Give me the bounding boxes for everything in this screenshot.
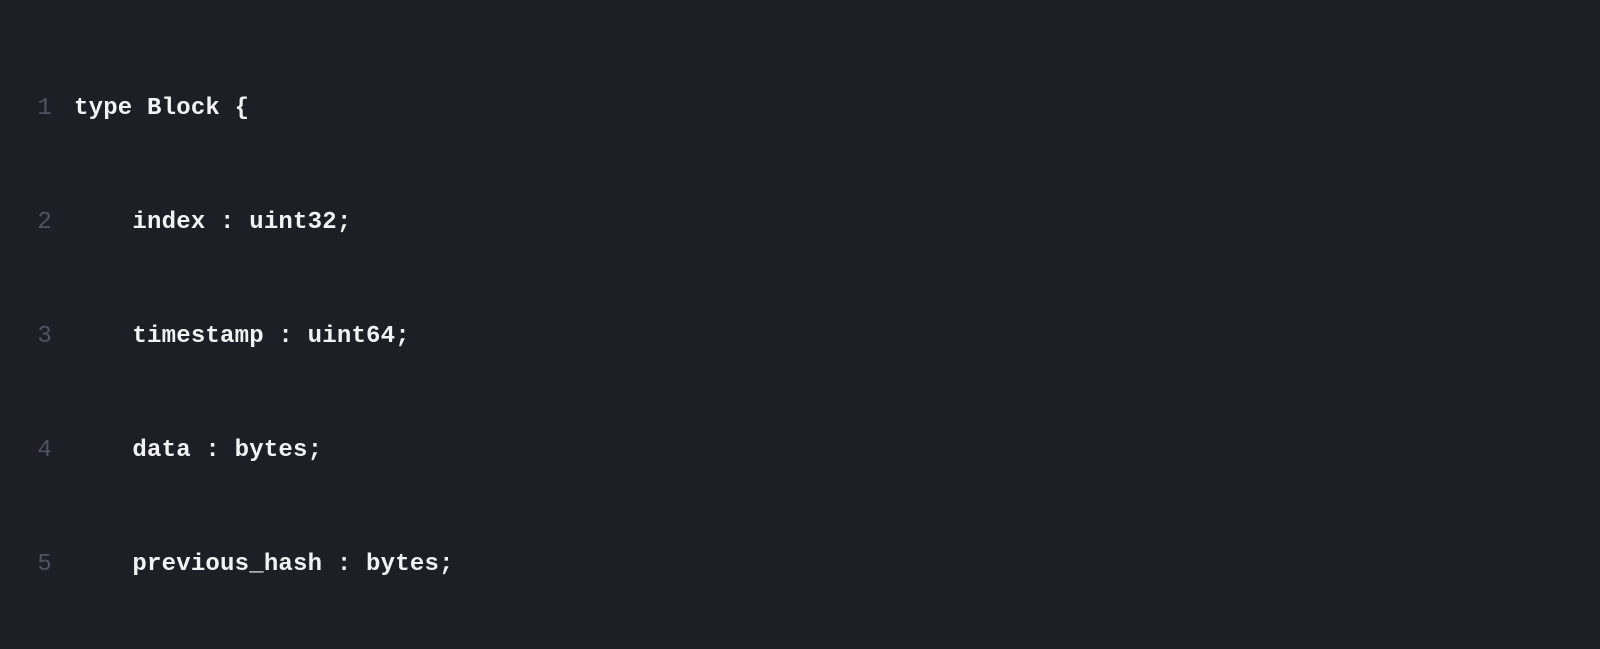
code-line: 3 timestamp : uint64; (0, 318, 1600, 356)
code-text: timestamp : uint64; (74, 318, 1600, 356)
code-line: 1 type Block { (0, 90, 1600, 128)
code-line: 2 index : uint32; (0, 204, 1600, 242)
code-text: type Block { (74, 90, 1600, 128)
code-line: 4 data : bytes; (0, 432, 1600, 470)
code-text: data : bytes; (74, 432, 1600, 470)
code-editor: 1 type Block { 2 index : uint32; 3 times… (0, 0, 1600, 649)
code-text: previous_hash : bytes; (74, 546, 1600, 584)
line-number: 3 (0, 318, 74, 356)
line-number: 2 (0, 204, 74, 242)
code-text: index : uint32; (74, 204, 1600, 242)
line-number: 1 (0, 90, 74, 128)
line-number: 4 (0, 432, 74, 470)
line-number: 5 (0, 546, 74, 584)
code-line: 5 previous_hash : bytes; (0, 546, 1600, 584)
